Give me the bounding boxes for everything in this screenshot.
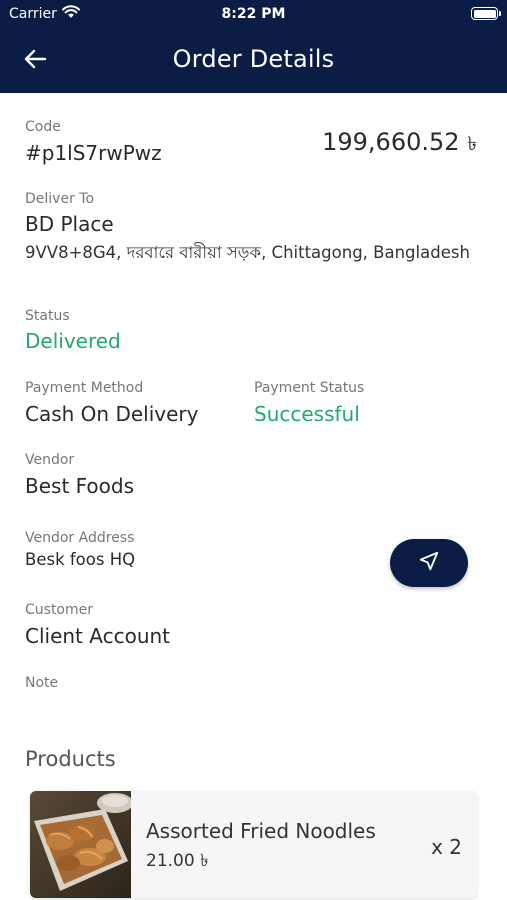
currency-symbol: ৳: [467, 133, 477, 155]
product-name: Assorted Fried Noodles: [146, 819, 376, 843]
order-total: 199,660.52 ৳: [322, 128, 477, 162]
page-title: Order Details: [172, 45, 335, 73]
payment-method-value: Cash On Delivery: [25, 402, 199, 426]
payment-status-label: Payment Status: [254, 380, 365, 396]
navigation-arrow-icon: [418, 550, 440, 576]
total-amount: 199,660.52: [322, 128, 460, 156]
app-header: Carrier 8:22 PM Order Details: [0, 0, 507, 93]
order-code: #p1lS7rwPwz: [25, 141, 162, 165]
navigate-to-vendor-button[interactable]: [390, 539, 468, 587]
deliver-address: 9VV8+8G4, দরবারে বারীয়া সড়ক, Chittagon…: [25, 243, 470, 262]
code-label: Code: [25, 119, 61, 135]
vendor-address-label: Vendor Address: [25, 530, 135, 546]
vendor-value: Best Foods: [25, 474, 135, 498]
payment-status-value: Successful: [254, 402, 360, 426]
deliver-to-label: Deliver To: [25, 191, 95, 207]
battery-icon: [471, 7, 501, 20]
product-card[interactable]: Assorted Fried Noodles 21.00 ৳ x 2: [30, 791, 477, 898]
status-bar: Carrier 8:22 PM: [0, 0, 507, 28]
payment-method-label: Payment Method: [25, 380, 144, 396]
vendor-address-value: Besk foos HQ: [25, 550, 136, 569]
clock: 8:22 PM: [221, 6, 286, 22]
status-label: Status: [25, 308, 70, 324]
vendor-label: Vendor: [25, 452, 75, 468]
status-value: Delivered: [25, 329, 121, 353]
deliver-name: BD Place: [25, 212, 114, 236]
product-quantity: x 2: [431, 835, 462, 859]
product-image: [30, 791, 133, 898]
note-label: Note: [25, 675, 59, 691]
customer-label: Customer: [25, 602, 94, 618]
customer-value: Client Account: [25, 624, 171, 648]
product-price: 21.00 ৳: [146, 851, 209, 871]
products-heading: Products: [25, 747, 116, 771]
